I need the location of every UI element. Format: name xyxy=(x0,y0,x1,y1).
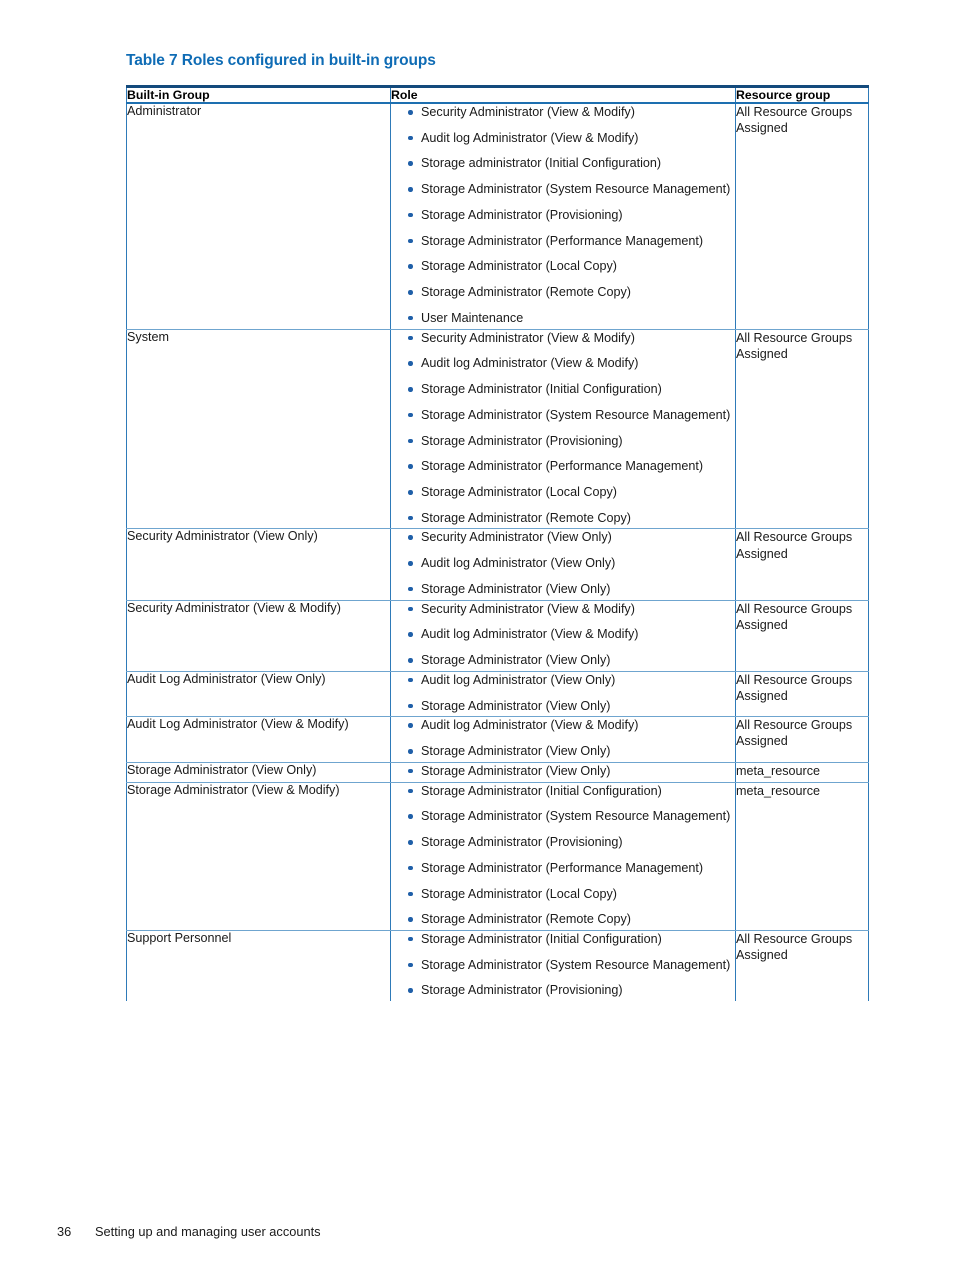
cell-built-in-group: Audit Log Administrator (View Only) xyxy=(126,671,391,718)
role-list: Security Administrator (View & Modify) Au… xyxy=(391,104,735,327)
role-list-item: Storage Administrator (System Resource M… xyxy=(391,407,735,424)
role-list-item: Storage Administrator (Performance Manag… xyxy=(391,458,735,475)
cell-built-in-group: Storage Administrator (View Only) xyxy=(126,762,391,783)
role-list-item: Security Administrator (View & Modify) xyxy=(391,330,735,347)
cell-built-in-group: Storage Administrator (View & Modify) xyxy=(126,782,391,931)
role-list-item: Security Administrator (View Only) xyxy=(391,529,735,546)
role-list-item: Storage Administrator (View Only) xyxy=(391,763,735,780)
role-list: Security Administrator (View Only) Audit … xyxy=(391,529,735,597)
cell-built-in-group: Security Administrator (View & Modify) xyxy=(126,600,391,672)
role-list-item: Storage Administrator (View Only) xyxy=(391,581,735,598)
roles-table: Built-in Group Role Resource group Admin… xyxy=(126,85,869,1002)
cell-built-in-group: Support Personnel xyxy=(127,930,232,945)
role-list: Security Administrator (View & Modify) Au… xyxy=(391,601,735,669)
cell-resource-group: All Resource Groups Assigned xyxy=(735,600,869,672)
role-list-item: Storage Administrator (View Only) xyxy=(391,698,735,715)
role-list-item: Audit log Administrator (View & Modify) xyxy=(391,355,735,372)
role-list-item: Storage Administrator (View Only) xyxy=(391,652,735,669)
role-list-item: Audit log Administrator (View Only) xyxy=(391,555,735,572)
column-header-built-in-group: Built-in Group xyxy=(126,86,391,104)
role-list-item: Security Administrator (View & Modify) xyxy=(391,601,735,618)
role-list: Audit log Administrator (View Only) Stora… xyxy=(391,672,735,714)
role-list-item: Storage Administrator (Remote Copy) xyxy=(391,284,735,301)
cell-resource-group: All Resource Groups Assigned xyxy=(735,528,869,601)
role-list-item: Storage Administrator (Local Copy) xyxy=(391,484,735,501)
role-list-item: Storage Administrator (Local Copy) xyxy=(391,258,735,275)
role-list-item: User Maintenance xyxy=(391,310,735,327)
role-list-item: Storage Administrator (Initial Configura… xyxy=(391,931,735,948)
cell-role-list: Storage Administrator (Initial Configura… xyxy=(390,782,736,931)
cell-resource-group: meta_resource xyxy=(735,762,869,783)
table-row: Security Administrator (View & Modify) Se… xyxy=(126,600,869,672)
role-list-item: Storage Administrator (System Resource M… xyxy=(391,808,735,825)
cell-role-list: Security Administrator (View & Modify) Au… xyxy=(390,103,736,330)
footer-page-number: 36 xyxy=(57,1224,72,1239)
cell-role-list: Audit log Administrator (View & Modify) S… xyxy=(390,716,736,763)
role-list-item: Storage Administrator (View Only) xyxy=(391,743,735,760)
cell-resource-group: All Resource Groups Assigned xyxy=(735,103,869,330)
table-row: Support Personnel Storage Administrator (… xyxy=(127,930,869,1002)
table-caption: Table 7 Roles configured in built-in gro… xyxy=(126,52,436,69)
role-list-item: Storage Administrator (Initial Configura… xyxy=(391,783,735,800)
role-list-item: Storage Administrator (System Resource M… xyxy=(391,181,735,198)
role-list-item: Audit log Administrator (View Only) xyxy=(391,672,735,689)
cell-built-in-group: Audit Log Administrator (View & Modify) xyxy=(126,716,391,763)
role-list: Audit log Administrator (View & Modify) S… xyxy=(391,717,735,759)
page-footer: 36 Setting up and managing user accounts xyxy=(57,1224,321,1239)
role-list-item: Storage Administrator (Initial Configura… xyxy=(391,381,735,398)
table-row: Storage Administrator (View Only) Storage… xyxy=(126,762,869,783)
column-header-role: Role xyxy=(390,86,736,104)
cell-resource-group: All Resource Groups Assigned xyxy=(735,671,869,718)
cell-resource-group: meta_resource xyxy=(735,782,869,931)
role-list-item: Storage Administrator (Provisioning) xyxy=(391,834,735,851)
cell-resource-group: All Resource Groups Assigned xyxy=(735,329,869,530)
cell-built-in-group: Administrator xyxy=(126,103,391,330)
column-header-resource-group: Resource group xyxy=(735,86,869,104)
table-row: System Security Administrator (View & Mod… xyxy=(126,329,869,530)
cell-built-in-group: Security Administrator (View Only) xyxy=(126,528,391,601)
footer-section-title: Setting up and managing user accounts xyxy=(95,1224,321,1239)
cell-resource-group: All Resource Groups Assigned xyxy=(735,716,869,763)
role-list-item: Storage administrator (Initial Configura… xyxy=(391,155,735,172)
document-page: Table 7 Roles configured in built-in gro… xyxy=(0,0,954,1271)
role-list-item: Security Administrator (View & Modify) xyxy=(391,104,735,121)
role-list-item: Storage Administrator (Performance Manag… xyxy=(391,860,735,877)
role-list-item: Storage Administrator (Remote Copy) xyxy=(391,510,735,527)
table-row: Storage Administrator (View & Modify) Sto… xyxy=(126,782,869,931)
table-header-row: Built-in Group Role Resource group xyxy=(126,86,869,104)
cell-role-list: Security Administrator (View & Modify) Au… xyxy=(390,329,736,530)
table-row: Audit Log Administrator (View & Modify) A… xyxy=(126,716,869,763)
role-list-item: Storage Administrator (Provisioning) xyxy=(391,433,735,450)
table-row: Security Administrator (View Only) Securi… xyxy=(126,528,869,601)
role-list-item: Audit log Administrator (View & Modify) xyxy=(391,130,735,147)
table-row: Administrator Security Administrator (Vie… xyxy=(126,103,869,330)
role-list-item: Storage Administrator (Local Copy) xyxy=(391,886,735,903)
table-row: Audit Log Administrator (View Only) Audit… xyxy=(126,671,869,718)
cell-built-in-group: System xyxy=(126,329,391,530)
cell-role-list: Security Administrator (View Only) Audit … xyxy=(390,528,736,601)
table-header: Built-in Group Role Resource group xyxy=(126,86,869,104)
cell-role-list: Audit log Administrator (View Only) Stora… xyxy=(390,671,736,718)
role-list-item: Storage Administrator (Remote Copy) xyxy=(391,911,735,928)
role-list: Storage Administrator (Initial Configura… xyxy=(391,931,735,999)
role-list: Security Administrator (View & Modify) Au… xyxy=(391,330,735,527)
cell-role-list: Storage Administrator (View Only) xyxy=(390,762,736,783)
cell-role-list: Storage Administrator (Initial Configura… xyxy=(390,930,736,1002)
role-list-item: Storage Administrator (Provisioning) xyxy=(391,982,735,999)
role-list-item: Storage Administrator (System Resource M… xyxy=(391,957,735,974)
role-list-item: Audit log Administrator (View & Modify) xyxy=(391,717,735,734)
role-list: Storage Administrator (Initial Configura… xyxy=(391,783,735,928)
roles-table-container: Built-in Group Role Resource group Admin… xyxy=(126,85,869,1002)
role-list: Storage Administrator (View Only) xyxy=(391,763,735,780)
table-body: Administrator Security Administrator (Vie… xyxy=(126,103,869,1002)
role-list-item: Audit log Administrator (View & Modify) xyxy=(391,626,735,643)
cell-role-list: Security Administrator (View & Modify) Au… xyxy=(390,600,736,672)
role-list-item: Storage Administrator (Provisioning) xyxy=(391,207,735,224)
role-list-item: Storage Administrator (Performance Manag… xyxy=(391,233,735,250)
cell-resource-group: All Resource Groups Assigned xyxy=(735,930,869,1002)
